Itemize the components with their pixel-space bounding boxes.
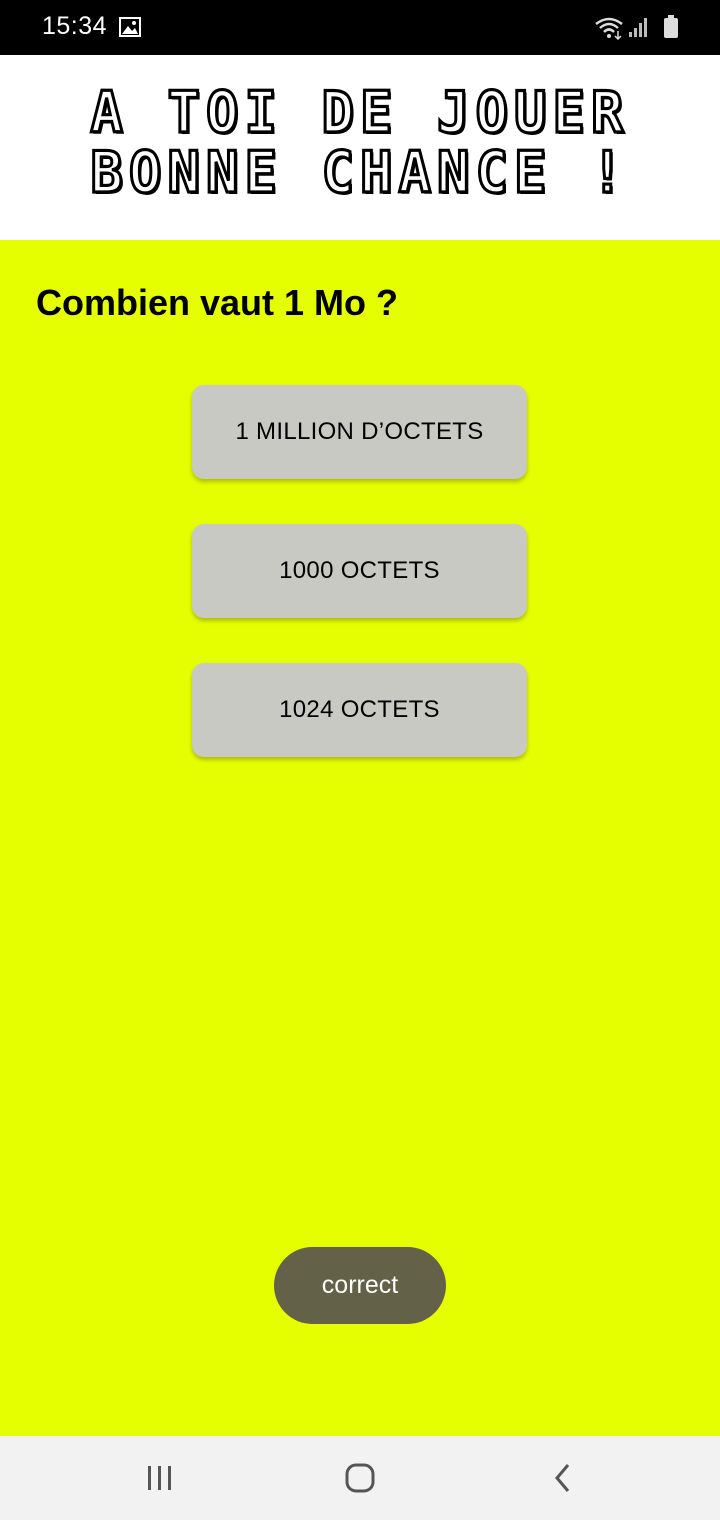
recent-apps-button[interactable] bbox=[100, 1436, 220, 1520]
home-button[interactable] bbox=[300, 1436, 420, 1520]
banner-title-line2: BONNE CHANCE ! bbox=[89, 138, 630, 207]
status-time: 15:34 bbox=[42, 12, 108, 40]
banner-title-line1: A TOI DE JOUER bbox=[89, 78, 630, 147]
battery-icon bbox=[663, 15, 679, 44]
banner: A TOI DE JOUER BONNE CHANCE ! bbox=[0, 55, 720, 240]
wifi-icon bbox=[594, 16, 624, 45]
answer-button-3[interactable]: 1024 OCTETS bbox=[192, 663, 527, 757]
back-button[interactable] bbox=[503, 1436, 623, 1520]
recent-apps-icon bbox=[148, 1466, 171, 1490]
gallery-icon bbox=[119, 17, 141, 42]
navigation-bar bbox=[0, 1436, 720, 1520]
back-icon bbox=[555, 1464, 570, 1492]
question-text: Combien vaut 1 Mo ? bbox=[36, 282, 399, 323]
status-bar: 15:34 bbox=[0, 0, 720, 55]
answer-button-2[interactable]: 1000 OCTETS bbox=[192, 524, 527, 618]
signal-icon bbox=[628, 16, 650, 43]
toast-message: correct bbox=[274, 1247, 446, 1324]
home-icon bbox=[345, 1463, 375, 1493]
answer-button-1[interactable]: 1 MILLION D’OCTETS bbox=[192, 385, 527, 479]
